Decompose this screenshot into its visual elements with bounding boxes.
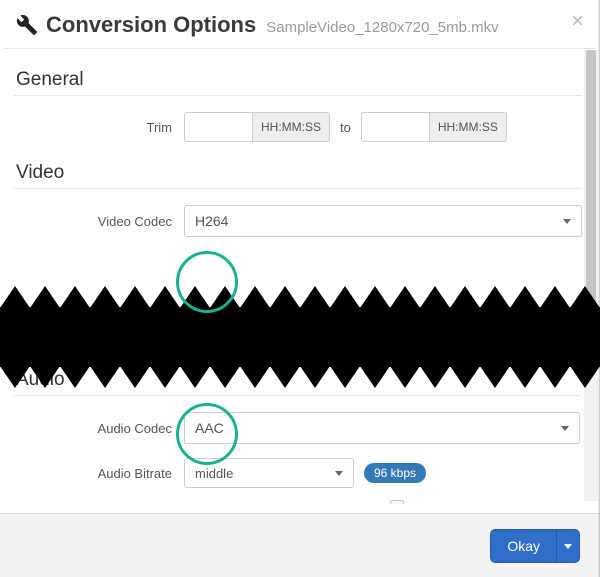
audio-codec-select[interactable]: AAC bbox=[184, 412, 580, 444]
divider bbox=[14, 188, 582, 189]
audio-bitrate-select[interactable]: middle bbox=[184, 458, 354, 488]
conversion-options-dialog: Conversion Options SampleVideo_1280x720_… bbox=[0, 0, 600, 577]
audio-bitrate-label: Audio Bitrate bbox=[14, 466, 184, 481]
divider bbox=[14, 395, 580, 396]
trim-start-group: HH:MM:SS bbox=[184, 112, 330, 142]
dialog-body: General Trim HH:MM:SS to HH:MM:SS bbox=[0, 49, 600, 504]
slider-handle[interactable] bbox=[390, 500, 404, 504]
trim-end-input[interactable] bbox=[361, 112, 429, 142]
audio-codec-value: AAC bbox=[195, 420, 224, 436]
video-codec-field: H264 bbox=[184, 205, 582, 237]
section-video: Video Video Codec H264 bbox=[14, 162, 582, 237]
audio-bitrate-value: middle bbox=[195, 466, 233, 481]
audio-codec-row: Audio Codec AAC bbox=[14, 412, 580, 444]
trim-start-input[interactable] bbox=[184, 112, 252, 142]
okay-split-button: Okay bbox=[490, 529, 580, 563]
audio-codec-field: AAC bbox=[184, 412, 580, 444]
video-codec-row: Video Codec H264 bbox=[14, 205, 582, 237]
trim-fields: HH:MM:SS to HH:MM:SS bbox=[184, 112, 582, 142]
okay-dropdown-toggle[interactable] bbox=[556, 529, 580, 563]
dialog-title: Conversion Options bbox=[46, 12, 256, 38]
audio-bitrate-field: middle 96 kbps bbox=[184, 458, 580, 488]
trim-to-label: to bbox=[340, 120, 351, 135]
content-tear bbox=[0, 307, 600, 367]
close-icon: × bbox=[571, 8, 584, 33]
divider bbox=[14, 95, 582, 96]
trim-start-unit: HH:MM:SS bbox=[252, 112, 330, 142]
okay-button[interactable]: Okay bbox=[490, 529, 556, 563]
section-audio: Audio Audio Codec AAC Audio Bitrate midd… bbox=[14, 369, 580, 504]
trim-row: Trim HH:MM:SS to HH:MM:SS bbox=[14, 112, 582, 142]
wrench-icon bbox=[16, 14, 38, 36]
video-codec-label: Video Codec bbox=[14, 214, 184, 229]
dialog-header: Conversion Options SampleVideo_1280x720_… bbox=[0, 0, 600, 48]
audio-bitrate-badge: 96 kbps bbox=[364, 463, 426, 483]
trim-label: Trim bbox=[14, 120, 184, 135]
dialog-subtitle: SampleVideo_1280x720_5mb.mkv bbox=[266, 19, 498, 36]
scrollbar[interactable] bbox=[584, 50, 598, 501]
section-general: General Trim HH:MM:SS to HH:MM:SS bbox=[14, 69, 582, 142]
audio-bitrate-slider[interactable] bbox=[184, 502, 444, 504]
video-codec-select[interactable]: H264 bbox=[184, 205, 582, 237]
dialog-footer: Okay bbox=[0, 513, 600, 577]
close-button[interactable]: × bbox=[571, 10, 584, 32]
trim-end-group: HH:MM:SS bbox=[361, 112, 507, 142]
audio-bitrate-row: Audio Bitrate middle 96 kbps bbox=[14, 458, 580, 488]
audio-bitrate-slider-row bbox=[14, 502, 580, 504]
audio-codec-label: Audio Codec bbox=[14, 421, 184, 436]
trim-end-unit: HH:MM:SS bbox=[429, 112, 507, 142]
section-title-general: General bbox=[16, 69, 582, 91]
video-codec-value: H264 bbox=[195, 213, 228, 229]
section-title-video: Video bbox=[16, 162, 582, 184]
